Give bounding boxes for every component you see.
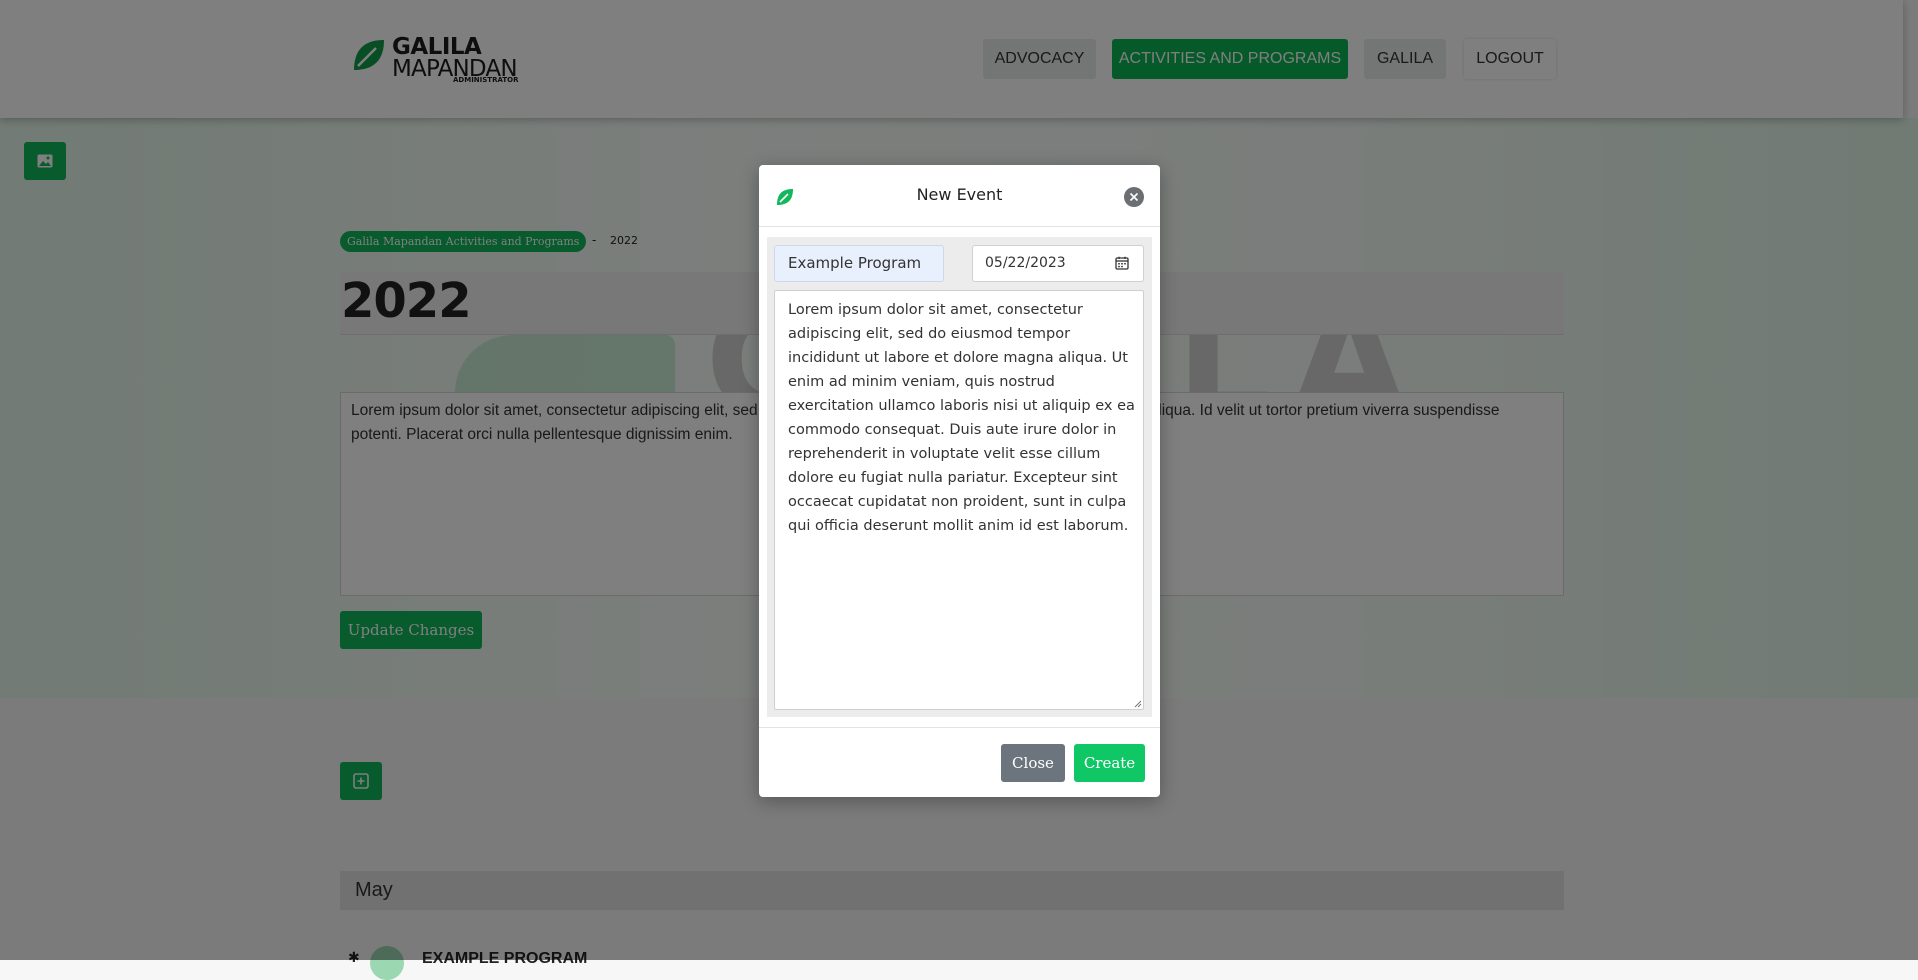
create-button[interactable]: Create xyxy=(1074,744,1145,782)
resize-grip-icon[interactable] xyxy=(1134,700,1142,708)
close-button[interactable]: Close xyxy=(1001,744,1065,782)
calendar-icon[interactable] xyxy=(1115,256,1129,270)
modal-header: New Event xyxy=(759,165,1160,227)
new-event-modal: New Event Example Program 05/22/2023 Lor… xyxy=(759,165,1160,797)
close-icon xyxy=(1129,192,1139,202)
event-date-input[interactable]: 05/22/2023 xyxy=(972,245,1144,282)
event-description-text: Lorem ipsum dolor sit amet, consectetur … xyxy=(788,302,1135,534)
event-name-input[interactable]: Example Program xyxy=(774,245,944,282)
event-date-value: 05/22/2023 xyxy=(985,255,1066,271)
modal-footer-divider xyxy=(759,727,1160,728)
modal-close-button[interactable] xyxy=(1124,187,1144,207)
modal-title: New Event xyxy=(916,185,1003,204)
